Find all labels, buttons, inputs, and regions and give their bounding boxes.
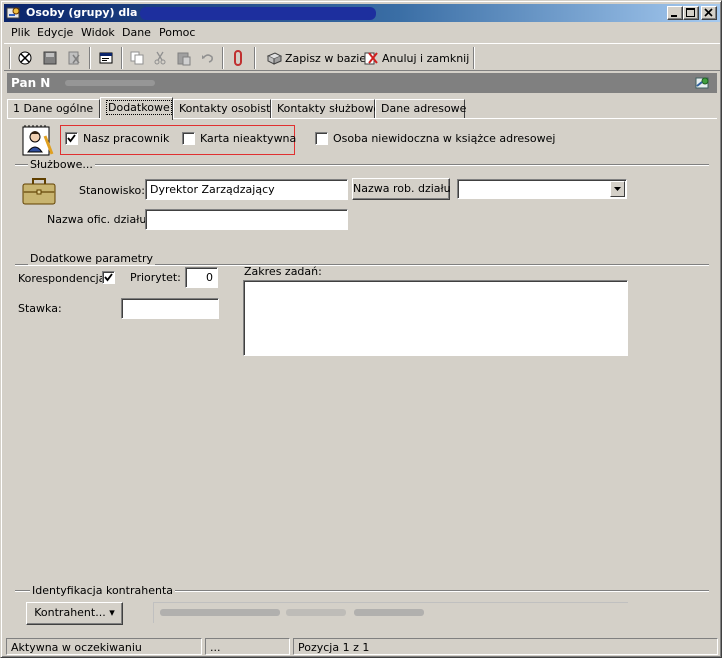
- cancel-x-icon: [364, 52, 378, 65]
- contact-name-header: Pan N: [7, 73, 717, 93]
- status-text: Aktywna w oczekiwaniu: [6, 638, 202, 655]
- toolbar: Zapisz w bazie Anuluj i zamknij: [4, 43, 720, 71]
- stanowisko-field[interactable]: Dyrektor Zarządzający: [145, 179, 348, 200]
- menu-bar: Plik Edycje Widok Dane Pomoc: [4, 23, 720, 42]
- menu-dane[interactable]: Dane: [122, 26, 151, 39]
- cut-record-icon[interactable]: [64, 48, 84, 68]
- status-bar: Aktywna w oczekiwaniu ... Pozycja 1 z 1: [4, 637, 720, 656]
- nazwa-ofic-field[interactable]: [145, 209, 348, 230]
- toolbar-separator: [89, 47, 91, 69]
- zakres-zadan-textarea[interactable]: [243, 280, 628, 356]
- person-pencil-icon: [22, 125, 54, 156]
- redacted-title: [140, 7, 376, 20]
- tab-label: Kontakty służbowe: [277, 102, 381, 115]
- nazwa-rob-dzialu-button[interactable]: Nazwa rob. działu: [352, 178, 451, 200]
- identyfikacja-title: Identyfikacja kontrahenta: [30, 584, 175, 597]
- nazwa-ofic-label: Nazwa ofic. działu:: [47, 213, 151, 226]
- chevron-down-icon[interactable]: [610, 181, 625, 197]
- title-bar: Osoby (grupy) dla :: [4, 4, 720, 22]
- stawka-field[interactable]: [121, 298, 219, 319]
- tab-label: Dodatkowe: [106, 100, 172, 115]
- karta-nieaktywna-label: Karta nieaktywna: [200, 132, 297, 145]
- tab-label: Kontakty osobiste: [179, 102, 278, 115]
- stawka-label: Stawka:: [18, 302, 62, 315]
- zakres-zadan-label: Zakres zadań:: [244, 265, 322, 278]
- minimize-icon[interactable]: [667, 6, 683, 20]
- menu-pomoc[interactable]: Pomoc: [159, 26, 195, 39]
- maximize-icon[interactable]: [683, 6, 699, 20]
- nasz-pracownik-checkbox[interactable]: [65, 132, 78, 145]
- nazwa-rob-dzialu-dropdown[interactable]: [457, 179, 627, 199]
- toolbar-grip: [9, 47, 11, 69]
- save-disk-icon[interactable]: [40, 48, 60, 68]
- menu-edycje[interactable]: Edycje: [37, 26, 73, 39]
- osoba-niewidoczna-checkbox[interactable]: [315, 132, 328, 145]
- contact-card-icon[interactable]: [694, 74, 712, 92]
- dodatkowe-title: Dodatkowe parametry: [28, 252, 156, 265]
- priorytet-field[interactable]: 0: [185, 267, 218, 288]
- redacted-name: [65, 80, 155, 86]
- window-frame: Osoby (grupy) dla : Plik Edycje Widok Da…: [0, 0, 722, 658]
- toolbar-separator: [254, 47, 256, 69]
- tab-dodatkowe[interactable]: Dodatkowe: [100, 97, 173, 120]
- properties-icon[interactable]: [96, 48, 116, 68]
- status-middle: ...: [205, 638, 290, 655]
- priorytet-label: Priorytet:: [130, 271, 181, 284]
- contact-name: Pan N: [11, 76, 51, 90]
- toolbar-separator: [121, 47, 123, 69]
- window-title: Osoby (grupy) dla :: [26, 6, 146, 19]
- karta-nieaktywna-checkbox[interactable]: [182, 132, 195, 145]
- menu-widok[interactable]: Widok: [81, 26, 115, 39]
- delete-record-icon[interactable]: [15, 48, 35, 68]
- save-to-database-button[interactable]: Zapisz w bazie: [266, 48, 366, 68]
- attachment-icon[interactable]: [228, 48, 248, 68]
- tab-dane-ogolne[interactable]: 1 Dane ogólne: [7, 99, 100, 119]
- status-position: Pozycja 1 z 1: [293, 638, 718, 655]
- menu-plik[interactable]: Plik: [11, 26, 30, 39]
- kontrahent-name-redacted: [153, 602, 628, 623]
- tab-strip: 1 Dane ogólne Dodatkowe Kontakty osobist…: [7, 97, 717, 120]
- osoba-niewidoczna-label: Osoba niewidoczna w książce adresowej: [333, 132, 556, 145]
- save-db-icon: [266, 52, 282, 65]
- stanowisko-label: Stanowisko:: [79, 184, 145, 197]
- toolbar-separator: [222, 47, 224, 69]
- cancel-and-close-button[interactable]: Anuluj i zamknij: [363, 48, 469, 68]
- tab-label: 1 Dane ogólne: [13, 102, 94, 115]
- undo-icon[interactable]: [198, 48, 218, 68]
- toolbar-separator: [473, 47, 475, 69]
- kontrahent-button[interactable]: Kontrahent... ▾: [26, 602, 123, 625]
- tab-kontakty-osobiste[interactable]: Kontakty osobiste: [173, 99, 277, 119]
- save-label: Zapisz w bazie: [285, 52, 367, 65]
- korespondencja-label: Korespondencja: [18, 272, 106, 285]
- nasz-pracownik-label: Nasz pracownik: [83, 132, 170, 145]
- cancel-label: Anuluj i zamknij: [382, 52, 470, 65]
- copy-icon[interactable]: [127, 48, 147, 68]
- scissors-icon[interactable]: [150, 48, 170, 68]
- briefcase-icon: [22, 178, 56, 205]
- tab-label: Dane adresowe: [381, 102, 467, 115]
- close-icon[interactable]: [701, 6, 717, 20]
- group-divider: [15, 164, 709, 166]
- sluzbowe-title: Służbowe...: [28, 158, 95, 171]
- app-icon: [6, 7, 20, 19]
- tab-dane-adresowe[interactable]: Dane adresowe: [375, 99, 467, 119]
- korespondencja-checkbox[interactable]: [102, 271, 115, 284]
- tab-kontakty-sluzbowe[interactable]: Kontakty służbowe: [271, 99, 380, 119]
- paste-icon[interactable]: [174, 48, 194, 68]
